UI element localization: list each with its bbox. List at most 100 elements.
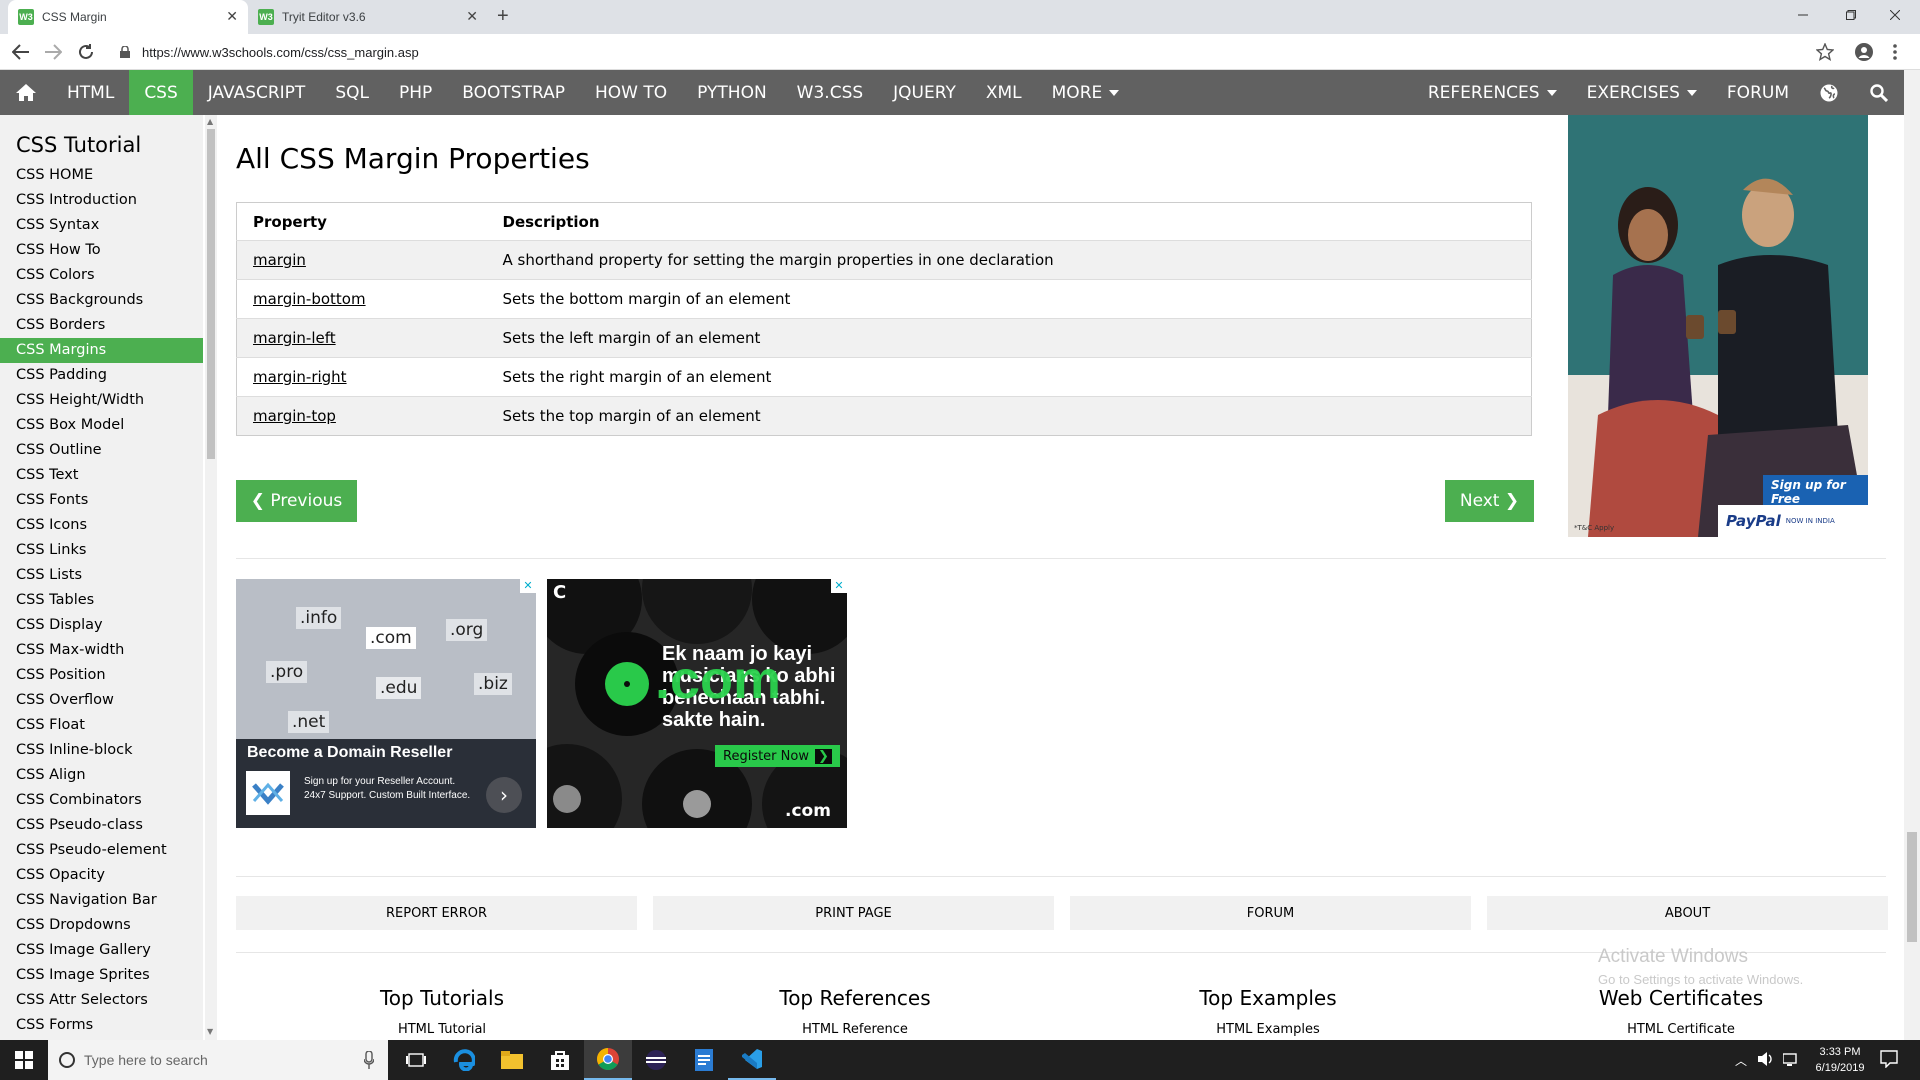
taskbar-search-box[interactable]: Type here to search	[48, 1040, 388, 1080]
sidebar-item[interactable]: CSS Pseudo-class	[0, 813, 203, 838]
bookmark-star-icon[interactable]	[1816, 43, 1834, 61]
nav-w3css[interactable]: W3.CSS	[782, 70, 878, 115]
register-now-button[interactable]: Register Now ❯	[715, 745, 840, 767]
ad-close-icon[interactable]: ✕	[520, 579, 536, 593]
sidebar-item[interactable]: CSS Opacity	[0, 863, 203, 888]
tab-close-icon[interactable]: ✕	[466, 8, 478, 25]
browser-menu-icon[interactable]	[1893, 44, 1897, 60]
footer-link-html-certificate[interactable]: HTML Certificate	[1531, 1022, 1831, 1037]
show-hidden-icons-icon[interactable]: ︿	[1735, 1052, 1747, 1069]
chevron-right-icon[interactable]: ›	[486, 777, 522, 813]
sidebar-item[interactable]: CSS Pseudo-element	[0, 838, 203, 863]
address-bar[interactable]: https://www.w3schools.com/css/css_margin…	[110, 38, 1810, 66]
property-link[interactable]: margin-right	[253, 368, 347, 386]
nav-css[interactable]: CSS	[129, 70, 193, 115]
scroll-down-icon[interactable]: ▼	[207, 1027, 213, 1036]
sidebar-item[interactable]: CSS Text	[0, 463, 203, 488]
sidebar-item[interactable]: CSS Max-width	[0, 638, 203, 663]
new-tab-icon[interactable]: +	[497, 5, 509, 28]
reload-icon[interactable]	[77, 43, 95, 61]
property-link[interactable]: margin-bottom	[253, 290, 366, 308]
sidebar-item[interactable]: CSS Dropdowns	[0, 913, 203, 938]
sidebar-item[interactable]: CSS Tables	[0, 588, 203, 613]
task-view-icon[interactable]	[392, 1040, 440, 1080]
sidebar-item[interactable]: CSS HOME	[0, 163, 203, 188]
volume-icon[interactable]	[1758, 1052, 1774, 1066]
sidebar-item[interactable]: CSS Fonts	[0, 488, 203, 513]
microphone-icon[interactable]	[364, 1051, 374, 1069]
sidebar-item[interactable]: CSS Syntax	[0, 213, 203, 238]
footer-link-html-examples[interactable]: HTML Examples	[1118, 1022, 1418, 1037]
sidebar-item[interactable]: CSS Inline-block	[0, 738, 203, 763]
nav-javascript[interactable]: JAVASCRIPT	[193, 70, 321, 115]
next-button[interactable]: Next ❯	[1445, 480, 1534, 522]
sidebar-item[interactable]: CSS Padding	[0, 363, 203, 388]
nav-how-to[interactable]: HOW TO	[580, 70, 682, 115]
profile-icon[interactable]	[1855, 43, 1873, 61]
file-explorer-icon[interactable]	[488, 1040, 536, 1080]
sidebar-item[interactable]: CSS Image Gallery	[0, 938, 203, 963]
edge-icon[interactable]	[440, 1040, 488, 1080]
nav-forum[interactable]: FORUM	[1712, 70, 1804, 115]
sidebar-item[interactable]: CSS Colors	[0, 263, 203, 288]
globe-icon[interactable]	[1804, 70, 1854, 115]
ad-close-icon[interactable]: ✕	[831, 579, 847, 593]
nav-python[interactable]: PYTHON	[682, 70, 782, 115]
nav-references[interactable]: REFERENCES	[1413, 70, 1572, 115]
restore-icon[interactable]	[1828, 0, 1874, 30]
sidebar-item[interactable]: CSS Attr Selectors	[0, 988, 203, 1013]
nav-sql[interactable]: SQL	[320, 70, 384, 115]
minimize-icon[interactable]	[1780, 0, 1826, 30]
footer-link-html-reference[interactable]: HTML Reference	[705, 1022, 1005, 1037]
vscode-icon[interactable]	[728, 1040, 776, 1080]
nav-exercises[interactable]: EXERCISES	[1572, 70, 1712, 115]
paypal-ad[interactable]: Sign up for Free PayPal NOW IN INDIA *T&…	[1568, 115, 1868, 537]
sidebar-scrollbar[interactable]: ▲ ▼	[205, 115, 217, 1040]
sidebar-item[interactable]: CSS Borders	[0, 313, 203, 338]
tab-tryit-editor[interactable]: W3 Tryit Editor v3.6 ✕	[248, 0, 488, 34]
nav-xml[interactable]: XML	[971, 70, 1037, 115]
sidebar-item[interactable]: CSS Backgrounds	[0, 288, 203, 313]
action-center-icon[interactable]	[1880, 1050, 1898, 1068]
eclipse-icon[interactable]	[632, 1040, 680, 1080]
sidebar-item[interactable]: CSS Align	[0, 763, 203, 788]
sidebar-item[interactable]: CSS Links	[0, 538, 203, 563]
sidebar-item[interactable]: CSS Forms	[0, 1013, 203, 1038]
network-icon[interactable]	[1783, 1052, 1799, 1066]
paypal-cta[interactable]: Sign up for Free	[1763, 475, 1868, 509]
property-link[interactable]: margin	[253, 251, 306, 269]
previous-button[interactable]: ❮ Previous	[236, 480, 357, 522]
tab-close-icon[interactable]: ✕	[226, 8, 238, 25]
sidebar-item[interactable]: CSS Margins	[0, 338, 203, 363]
nav-more[interactable]: MORE	[1037, 70, 1135, 115]
home-icon[interactable]	[0, 70, 52, 115]
sidebar-item[interactable]: CSS Outline	[0, 438, 203, 463]
notepad-icon[interactable]	[680, 1040, 728, 1080]
scroll-up-icon[interactable]: ▲	[207, 117, 213, 126]
footer-link-html-tutorial[interactable]: HTML Tutorial	[292, 1022, 592, 1037]
sidebar-item[interactable]: CSS Float	[0, 713, 203, 738]
report-error-button[interactable]: REPORT ERROR	[236, 896, 637, 930]
close-window-icon[interactable]	[1872, 0, 1918, 30]
search-icon[interactable]	[1854, 70, 1904, 115]
forum-button[interactable]: FORUM	[1070, 896, 1471, 930]
sidebar-item[interactable]: CSS Lists	[0, 563, 203, 588]
print-page-button[interactable]: PRINT PAGE	[653, 896, 1054, 930]
nav-php[interactable]: PHP	[384, 70, 447, 115]
tab-css-margin[interactable]: W3 CSS Margin ✕	[8, 0, 248, 34]
sidebar-scrollbar-thumb[interactable]	[207, 129, 215, 459]
property-link[interactable]: margin-top	[253, 407, 336, 425]
sidebar-item[interactable]: CSS Display	[0, 613, 203, 638]
property-link[interactable]: margin-left	[253, 329, 336, 347]
chrome-icon[interactable]	[584, 1040, 632, 1080]
dotcom-music-ad[interactable]: C Ek naam jo kayi musicians ko abhi behe…	[547, 579, 847, 828]
sidebar-item[interactable]: CSS Introduction	[0, 188, 203, 213]
nav-jquery[interactable]: JQUERY	[878, 70, 971, 115]
sidebar-item[interactable]: CSS Height/Width	[0, 388, 203, 413]
nav-html[interactable]: HTML	[52, 70, 129, 115]
back-icon[interactable]	[12, 44, 30, 60]
sidebar-item[interactable]: CSS Image Sprites	[0, 963, 203, 988]
taskbar-clock[interactable]: 3:33 PM 6/19/2019	[1808, 1044, 1872, 1076]
domain-reseller-ad[interactable]: .info .com .org .pro .edu .biz .net Beco…	[236, 579, 536, 828]
sidebar-item[interactable]: CSS How To	[0, 238, 203, 263]
